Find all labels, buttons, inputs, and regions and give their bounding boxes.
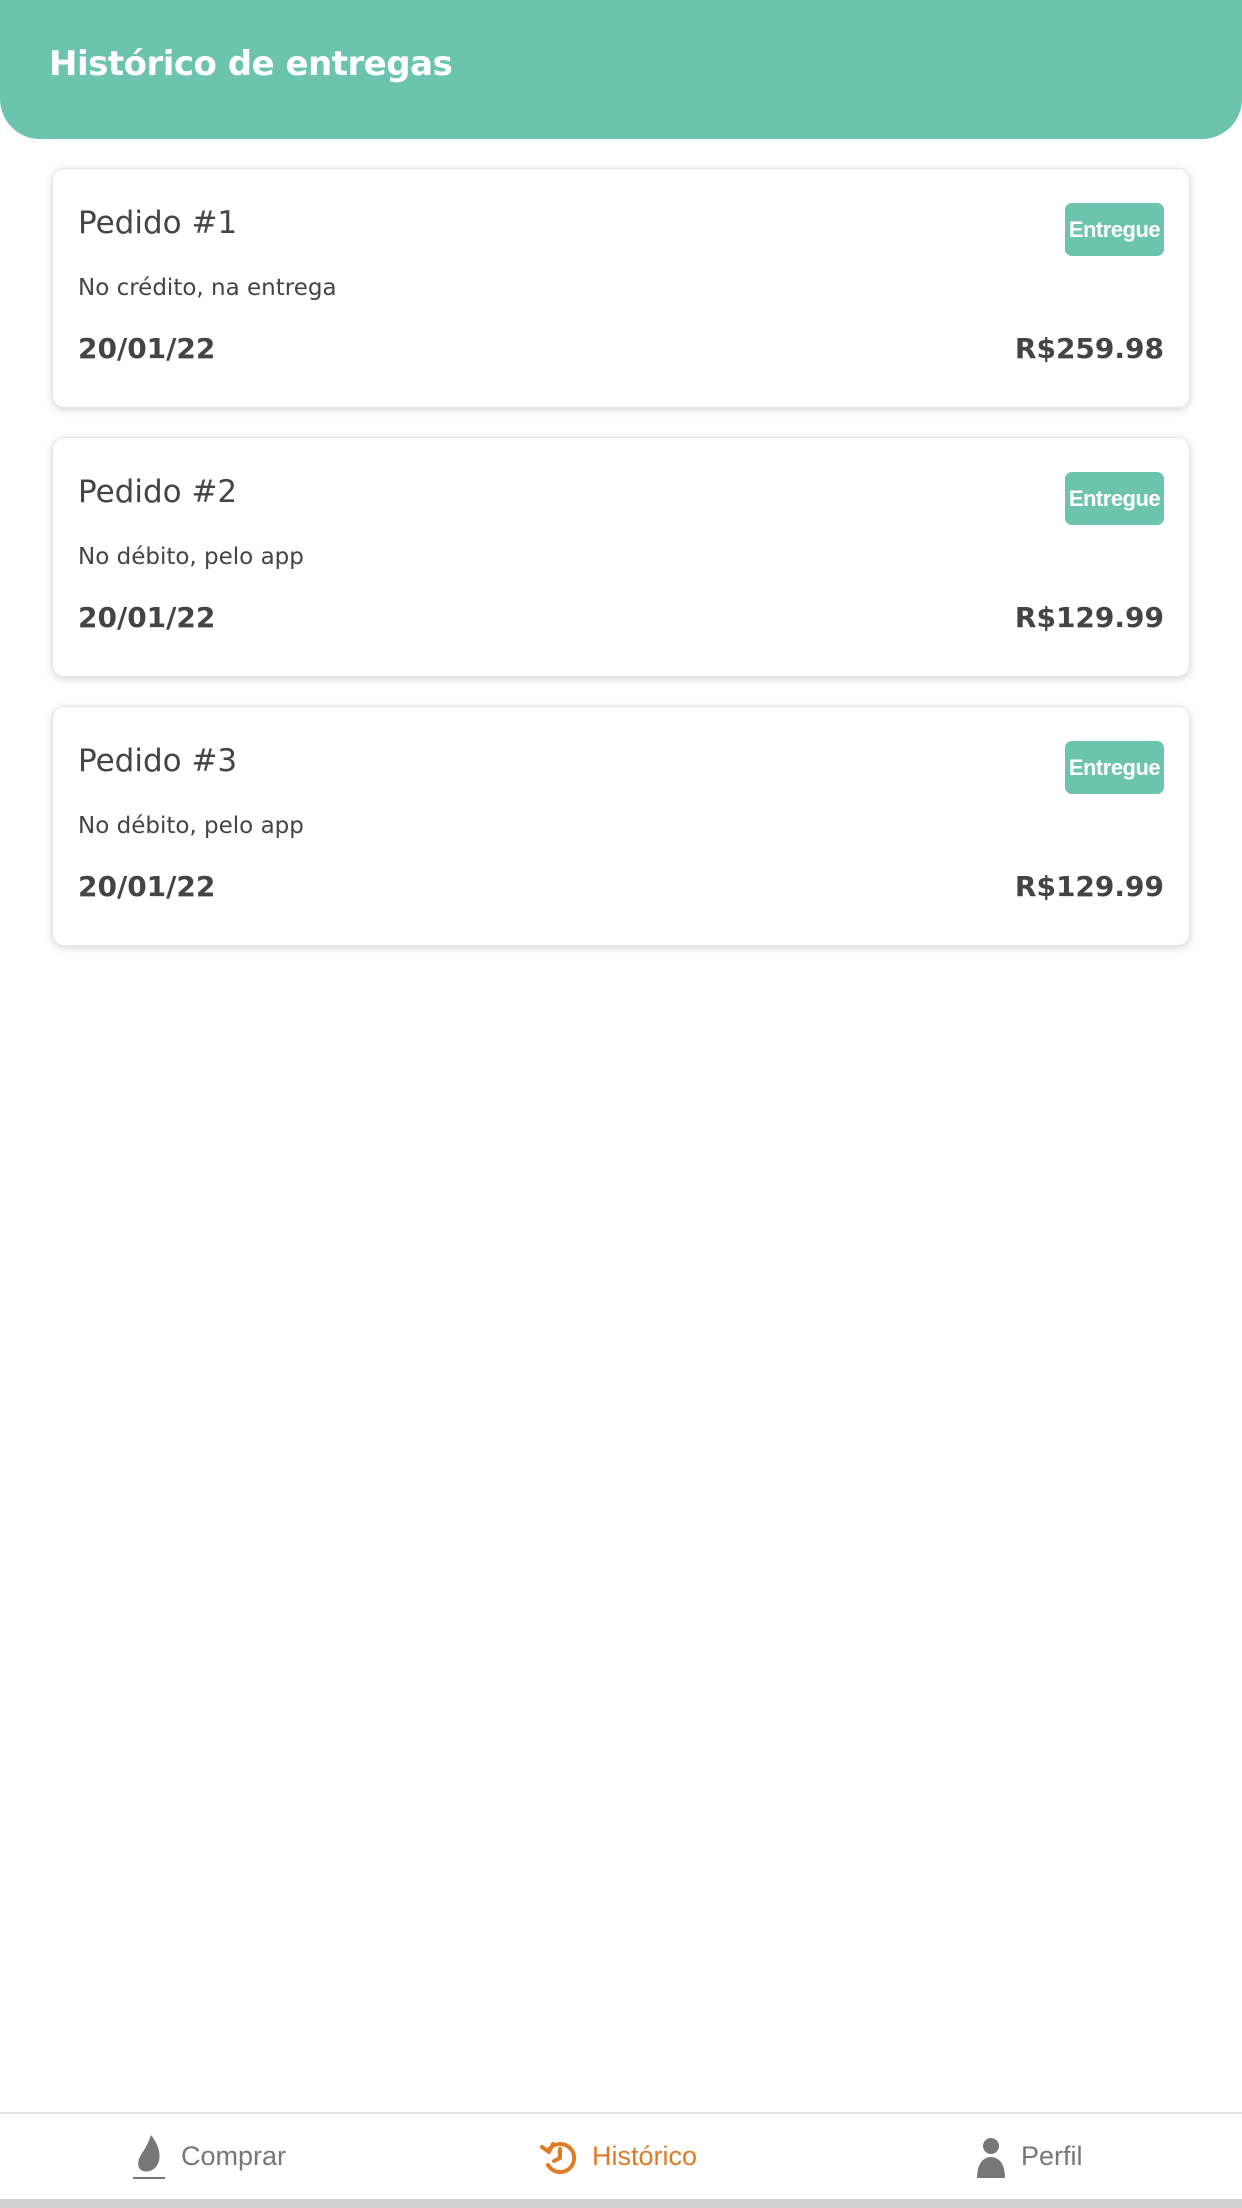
- person-icon: [977, 2137, 1005, 2178]
- nav-label-comprar: Comprar: [181, 2141, 287, 2171]
- payment-method: No débito, pelo app: [78, 544, 304, 570]
- order-list: Pedido #1 Entregue No crédito, na entreg…: [52, 168, 1190, 975]
- order-card[interactable]: Pedido #1 Entregue No crédito, na entreg…: [52, 168, 1190, 408]
- history-icon: [540, 2141, 577, 2174]
- nav-label-perfil: Perfil: [1021, 2141, 1083, 2171]
- order-title: Pedido #2: [78, 474, 238, 510]
- order-amount: R$129.99: [1014, 870, 1164, 903]
- order-date: 20/01/22: [78, 332, 216, 365]
- nav-label-historico: Histórico: [592, 2141, 698, 2171]
- flame-icon: [133, 2134, 165, 2179]
- order-title: Pedido #1: [78, 205, 238, 241]
- order-amount: R$129.99: [1014, 601, 1164, 634]
- page-title: Histórico de entregas: [49, 44, 453, 84]
- nav-item-perfil[interactable]: Perfil: [975, 2114, 1083, 2199]
- order-date: 20/01/22: [78, 870, 216, 903]
- nav-item-comprar[interactable]: Comprar: [131, 2114, 286, 2199]
- nav-item-historico[interactable]: Histórico: [540, 2114, 697, 2199]
- status-badge: Entregue: [1065, 741, 1164, 794]
- order-card[interactable]: Pedido #2 Entregue No débito, pelo app 2…: [52, 437, 1190, 677]
- bottom-edge: [0, 2199, 1242, 2208]
- order-amount: R$259.98: [1014, 332, 1164, 365]
- status-badge: Entregue: [1065, 472, 1164, 525]
- payment-method: No débito, pelo app: [78, 813, 304, 839]
- order-date: 20/01/22: [78, 601, 216, 634]
- status-badge: Entregue: [1065, 203, 1164, 256]
- app-header: Histórico de entregas: [0, 0, 1242, 139]
- bottom-navigation: Comprar Histórico Perfil: [0, 2112, 1242, 2197]
- payment-method: No crédito, na entrega: [78, 275, 337, 301]
- order-title: Pedido #3: [78, 743, 238, 779]
- order-card[interactable]: Pedido #3 Entregue No débito, pelo app 2…: [52, 706, 1190, 946]
